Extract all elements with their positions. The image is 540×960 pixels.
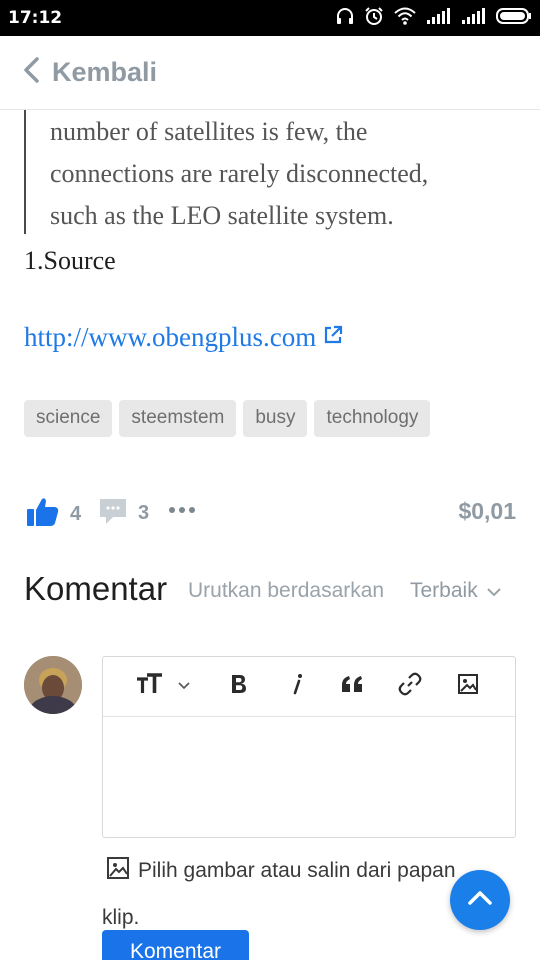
quote-button[interactable] [337,671,369,701]
tag-steemstem[interactable]: steemstem [119,400,237,437]
status-bar: 17:12 [0,0,540,36]
signal-icon-2 [461,7,487,29]
italic-button[interactable] [283,671,311,701]
avatar[interactable] [24,656,82,714]
alarm-icon [364,6,384,30]
comment-bubble-icon [98,496,128,531]
text-size-button[interactable] [131,671,195,701]
status-time: 17:12 [8,8,63,28]
external-link-icon [322,322,344,353]
image-icon [106,852,130,896]
comment-count: 3 [138,502,150,524]
image-button[interactable] [453,671,483,701]
top-bar: Kembali [0,36,540,110]
status-icons [335,6,532,30]
tag-list: science steemstem busy technology [24,400,431,437]
quote-line: connections are rarely disconnected, [50,159,429,188]
italic-icon [290,673,304,700]
wifi-icon [393,6,417,30]
scroll-to-top-button[interactable] [450,870,510,930]
editor-toolbar [103,657,515,717]
quote-icon [340,674,366,699]
quote-line: such as the LEO satellite system. [50,201,394,230]
bold-button[interactable] [225,671,253,701]
post-actions: 4 3 $0,01 [26,496,516,532]
payout-value[interactable]: $0,01 [458,498,516,525]
tag-science[interactable]: science [24,400,113,437]
tag-busy[interactable]: busy [243,400,308,437]
pick-image-hint: Pilih gambar atau salin dari papan klip. [102,849,492,940]
chevron-up-icon [467,890,493,911]
pick-image-text[interactable]: Pilih gambar atau salin dari papan klip. [102,859,456,929]
source-link[interactable]: http://www.obengplus.com [24,322,344,353]
vote-count: 4 [70,503,82,525]
sort-dropdown[interactable]: Terbaik [410,579,502,603]
battery-icon [496,7,532,29]
sort-value: Terbaik [410,579,478,602]
comments-title: Komentar [24,570,168,607]
source-heading: 1.Source [24,246,116,275]
thumbs-up-icon [26,496,60,533]
tag-technology[interactable]: technology [314,400,431,437]
link-icon [398,672,422,701]
bold-icon [229,673,249,700]
back-label: Kembali [52,57,158,87]
back-button[interactable]: Kembali [22,56,157,89]
signal-icon [426,7,452,29]
chevron-down-icon [486,579,502,603]
more-horizontal-icon [168,502,196,520]
source-link-text: http://www.obengplus.com [24,322,317,352]
comments-count-button[interactable]: 3 [98,496,149,531]
quote-line: number of satellites is few, the [50,117,368,146]
submit-comment-button[interactable]: Komentar [102,930,249,960]
upvote-button[interactable]: 4 [26,496,81,533]
sort-label: Urutkan berdasarkan [188,579,385,602]
chevron-down-icon [178,677,190,695]
link-button[interactable] [395,671,425,701]
comment-textarea[interactable] [103,718,515,837]
comment-editor [102,656,516,838]
chevron-left-icon [22,56,40,89]
text-size-icon [136,672,166,700]
headphones-icon [335,6,355,30]
blockquote: number of satellites is few, the connect… [24,110,524,234]
image-icon [457,673,479,700]
more-options-button[interactable] [168,502,196,520]
